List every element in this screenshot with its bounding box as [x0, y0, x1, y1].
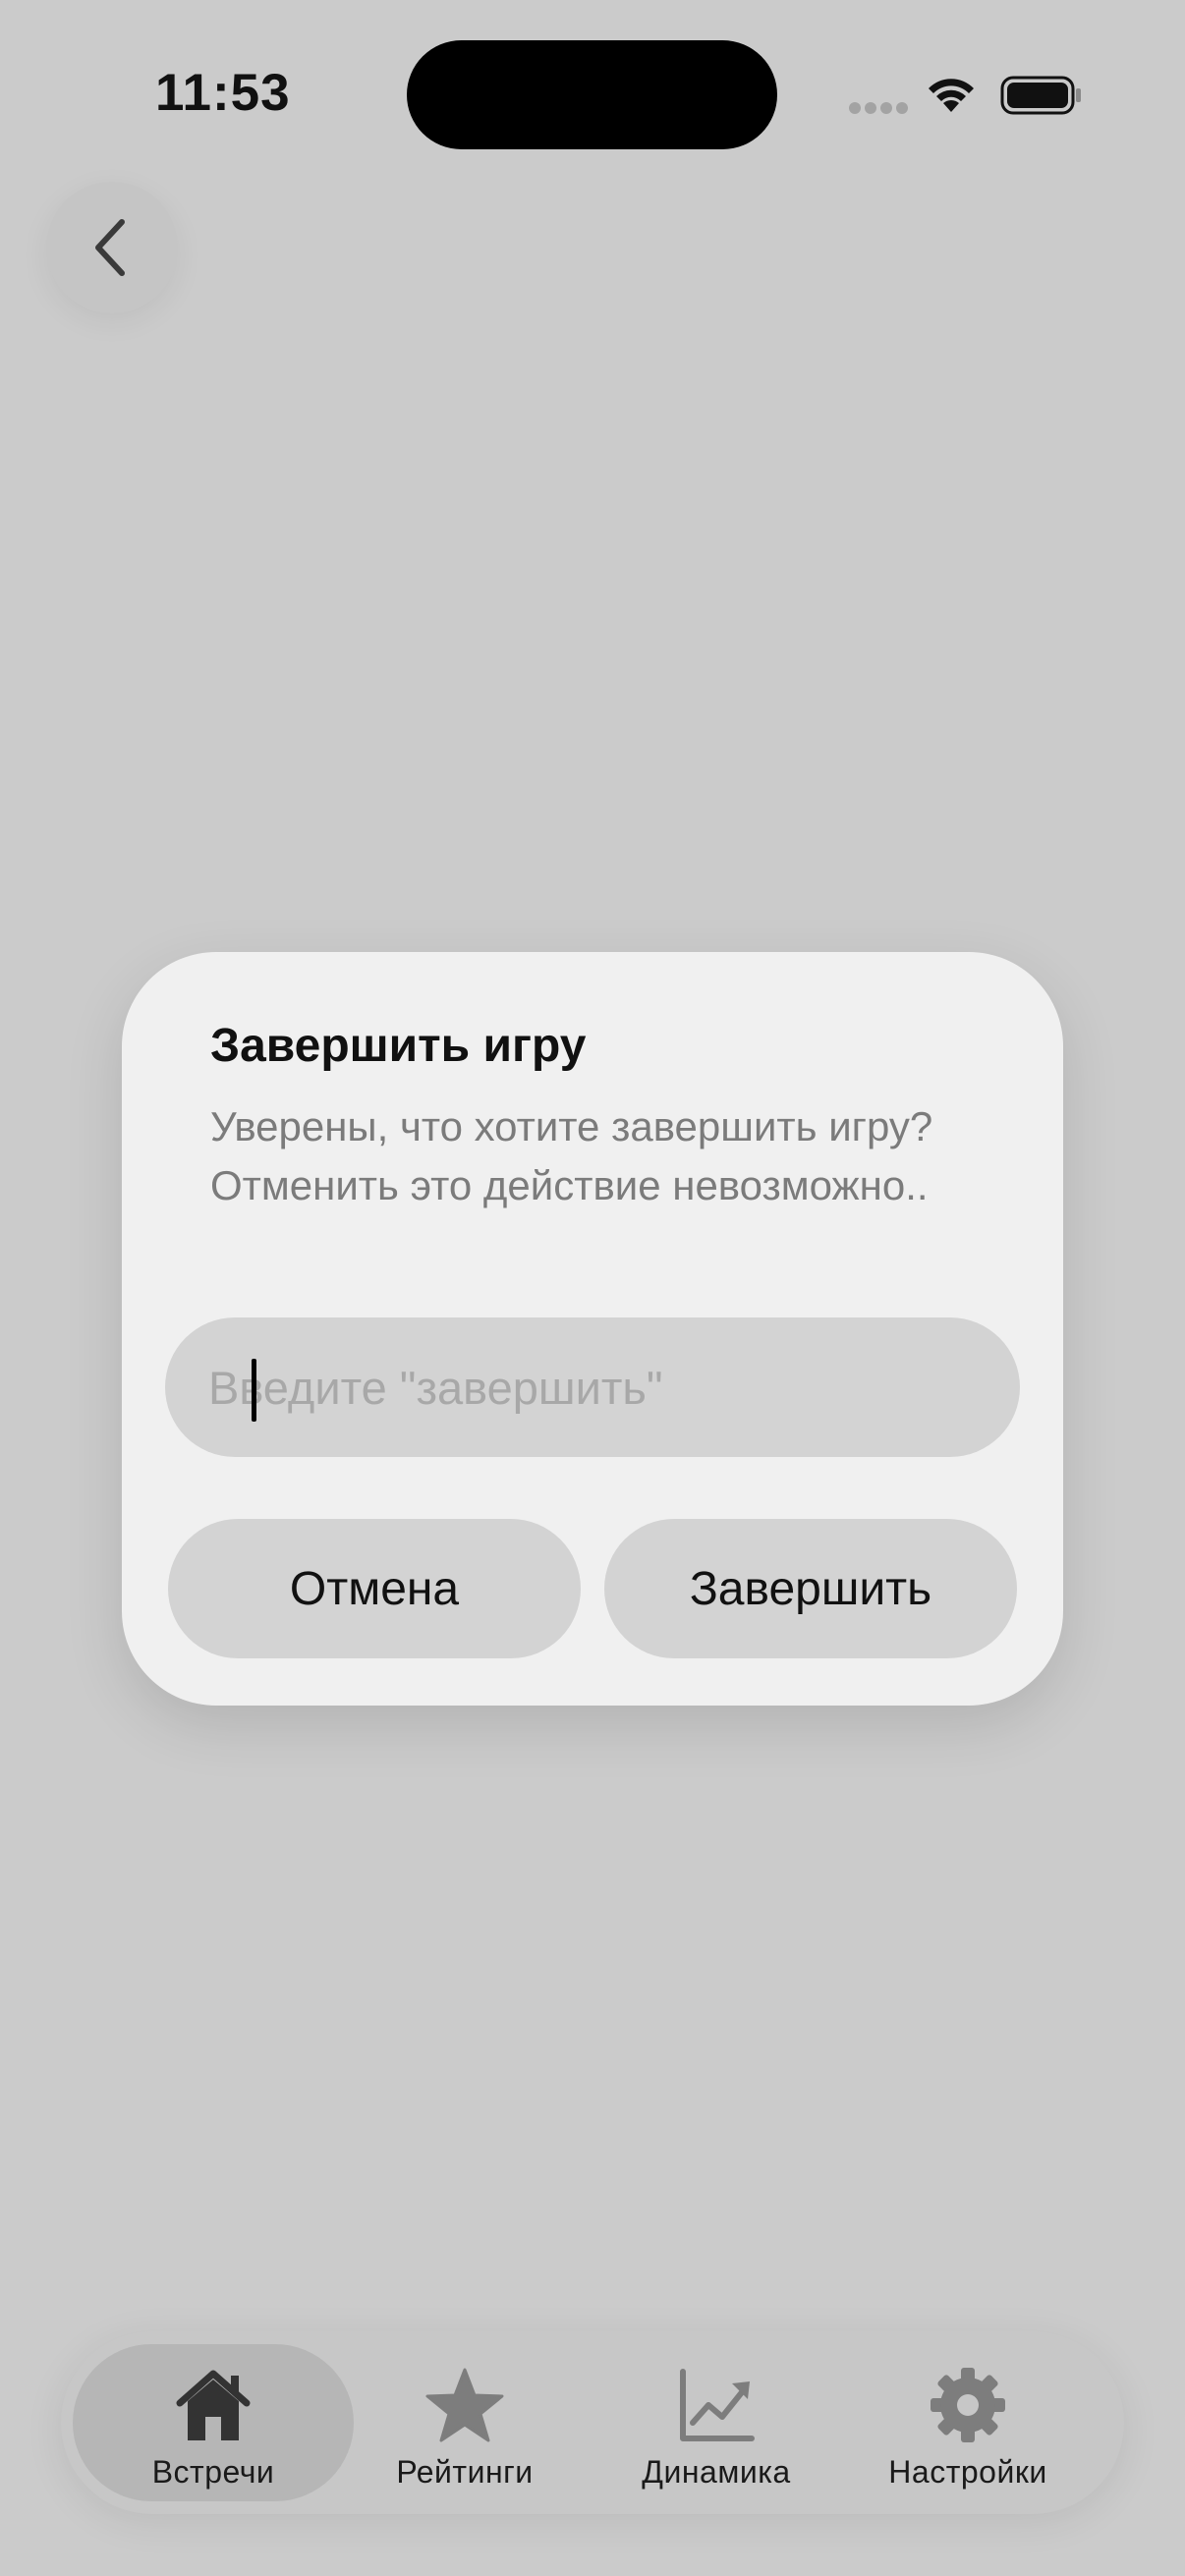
tab-label: Встречи — [151, 2454, 275, 2490]
cancel-button[interactable]: Отмена — [168, 1519, 581, 1658]
dialog-title: Завершить игру — [210, 1020, 587, 1072]
battery-icon — [1000, 76, 1081, 115]
wifi-icon — [929, 79, 974, 112]
tab-meetings[interactable]: Встречи — [73, 2344, 354, 2501]
tab-label: Рейтинги — [396, 2454, 534, 2490]
end-game-dialog: Завершить игру Уверены, что хотите завер… — [122, 952, 1063, 1706]
tab-dynamics[interactable]: Динамика — [576, 2344, 857, 2501]
house-icon — [176, 2370, 251, 2440]
tab-label: Настройки — [888, 2454, 1047, 2490]
dynamic-island — [407, 40, 777, 149]
confirm-input[interactable] — [208, 1317, 994, 1457]
gear-icon — [931, 2368, 1005, 2442]
tab-bar: Встречи Рейтинги Динамика Настройки — [61, 2331, 1124, 2514]
tab-ratings[interactable]: Рейтинги — [324, 2344, 605, 2501]
tab-settings[interactable]: Настройки — [827, 2344, 1108, 2501]
dialog-message: Уверены, что хотите завершить игру? Отме… — [210, 1103, 933, 1208]
tab-label: Динамика — [642, 2454, 791, 2490]
chevron-left-icon — [95, 219, 125, 276]
back-button[interactable] — [46, 182, 178, 313]
text-caret — [252, 1359, 256, 1422]
star-icon — [425, 2368, 504, 2442]
cellular-signal-icon — [849, 102, 908, 116]
chart-line-icon — [680, 2369, 755, 2441]
end-game-button[interactable]: Завершить — [604, 1519, 1017, 1658]
screen: 11:53 Завершить игру Уверены, что хотите… — [0, 0, 1185, 2576]
confirm-input-field[interactable] — [165, 1317, 1020, 1457]
status-time: 11:53 — [155, 64, 291, 122]
